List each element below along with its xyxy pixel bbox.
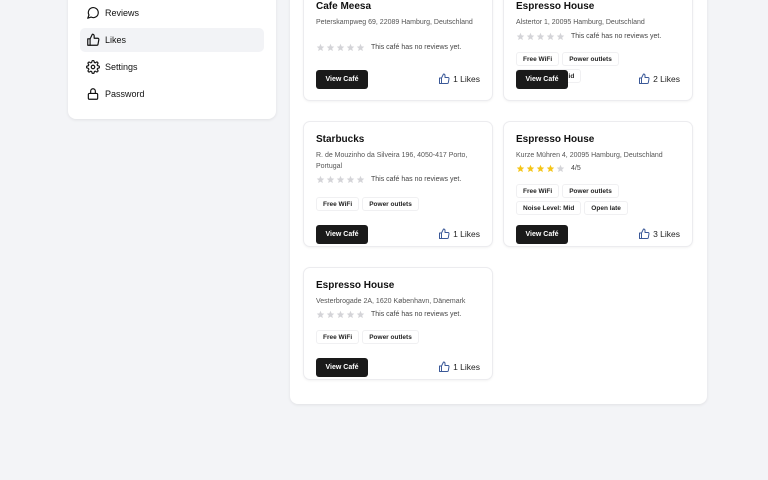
- star-rating: This café has no reviews yet.: [316, 310, 461, 319]
- star-icon: [316, 310, 325, 319]
- thumbs-up-icon: [86, 33, 100, 47]
- feature-tag: Power outlets: [562, 184, 619, 198]
- cafe-card: Starbucks R. de Mouzinho da Silveira 196…: [303, 121, 493, 247]
- feature-tag: Free WiFi: [516, 52, 560, 66]
- cafe-name: Espresso House: [516, 1, 595, 12]
- star-icon: [556, 164, 565, 173]
- cafe-address: Alstertor 1, 20095 Hamburg, Deutschland: [516, 19, 645, 26]
- star-icon: [356, 310, 365, 319]
- liked-cafes-panel: Cafe Meesa Peterskampweg 69, 22089 Hambu…: [290, 0, 707, 404]
- tag-list: Free WiFi Power outlets Noise Level: Mid Op…: [516, 184, 686, 215]
- view-cafe-button[interactable]: View Café: [316, 225, 368, 244]
- star-icon: [336, 43, 345, 52]
- star-icon: [356, 43, 365, 52]
- star-icon: [546, 32, 555, 41]
- likes-label: 1 Likes: [453, 362, 480, 372]
- feature-tag: Free WiFi: [516, 184, 560, 198]
- thumbs-up-icon: [438, 73, 450, 85]
- cafe-name: Cafe Meesa: [316, 1, 372, 12]
- sidebar-item-label: Likes: [105, 35, 127, 45]
- star-icon: [516, 32, 525, 41]
- feature-tag: Free WiFi: [316, 330, 360, 344]
- feature-tag: Open late: [584, 201, 628, 215]
- cafe-name: Starbucks: [316, 134, 365, 145]
- cafe-address: Kurze Mühren 4, 20095 Hamburg, Deutschla…: [516, 152, 663, 159]
- star-rating: This café has no reviews yet.: [316, 43, 461, 52]
- star-icon: [326, 310, 335, 319]
- view-cafe-button[interactable]: View Café: [516, 70, 568, 89]
- star-icon: [536, 32, 545, 41]
- star-icon: [556, 32, 565, 41]
- star-icon: [356, 175, 365, 184]
- star-rating: 4/5: [516, 164, 581, 173]
- cafe-card: Cafe Meesa Peterskampweg 69, 22089 Hambu…: [303, 0, 493, 101]
- likes-label: 1 Likes: [453, 74, 480, 84]
- view-cafe-button[interactable]: View Café: [516, 225, 568, 244]
- star-icon: [326, 43, 335, 52]
- cafe-address: Peterskampweg 69, 22089 Hamburg, Deutsch…: [316, 19, 473, 26]
- star-rating: This café has no reviews yet.: [516, 32, 661, 41]
- star-icon: [346, 175, 355, 184]
- thumbs-up-icon: [638, 228, 650, 240]
- star-icon: [316, 43, 325, 52]
- feature-tag: Free WiFi: [316, 197, 360, 211]
- cafe-name: Espresso House: [316, 280, 395, 291]
- thumbs-up-icon: [438, 361, 450, 373]
- feature-tag: Power outlets: [362, 197, 419, 211]
- feature-tag: Power outlets: [562, 52, 619, 66]
- cafe-address: Vesterbrogade 2A, 1620 København, Dänema…: [316, 298, 466, 305]
- view-cafe-button[interactable]: View Café: [316, 70, 368, 89]
- star-icon: [316, 175, 325, 184]
- cafe-name: Espresso House: [516, 134, 595, 145]
- likes-label: 3 Likes: [653, 229, 680, 239]
- likes-count[interactable]: 1 Likes: [438, 228, 480, 240]
- thumbs-up-icon: [438, 228, 450, 240]
- star-icon: [546, 164, 555, 173]
- view-cafe-button[interactable]: View Café: [316, 358, 368, 377]
- sidebar-item-password[interactable]: Password: [80, 82, 264, 106]
- star-icon: [516, 164, 525, 173]
- chat-bubble-icon: [86, 6, 100, 20]
- star-icon: [526, 32, 535, 41]
- likes-count[interactable]: 2 Likes: [638, 73, 680, 85]
- feature-tag: Power outlets: [362, 330, 419, 344]
- tag-list: Free WiFi Power outlets: [316, 330, 486, 344]
- sidebar-item-settings[interactable]: Settings: [80, 55, 264, 79]
- likes-count[interactable]: 1 Likes: [438, 361, 480, 373]
- gear-icon: [86, 60, 100, 74]
- star-icon: [326, 175, 335, 184]
- rating-text: This café has no reviews yet.: [371, 176, 462, 183]
- rating-text: This café has no reviews yet.: [571, 33, 662, 40]
- cafe-card: Espresso House Kurze Mühren 4, 20095 Ham…: [503, 121, 693, 247]
- rating-text: This café has no reviews yet.: [371, 311, 462, 318]
- sidebar-item-reviews[interactable]: Reviews: [80, 1, 264, 25]
- rating-text: 4/5: [571, 165, 581, 172]
- star-rating: This café has no reviews yet.: [316, 175, 461, 184]
- likes-label: 2 Likes: [653, 74, 680, 84]
- star-icon: [336, 175, 345, 184]
- star-icon: [536, 164, 545, 173]
- cafe-address: R. de Mouzinho da Silveira 196, 4050-417…: [316, 152, 468, 170]
- sidebar-item-label: Settings: [105, 62, 138, 72]
- thumbs-up-icon: [638, 73, 650, 85]
- tag-list: Free WiFi Power outlets: [316, 197, 486, 211]
- lock-icon: [86, 87, 100, 101]
- sidebar-item-label: Reviews: [105, 8, 140, 18]
- likes-count[interactable]: 1 Likes: [438, 73, 480, 85]
- star-icon: [346, 310, 355, 319]
- cafe-card: Espresso House Alstertor 1, 20095 Hambur…: [503, 0, 693, 101]
- cafe-card: Espresso House Vesterbrogade 2A, 1620 Kø…: [303, 267, 493, 380]
- likes-count[interactable]: 3 Likes: [638, 228, 680, 240]
- sidebar-item-label: Password: [105, 89, 145, 99]
- feature-tag: Noise Level: Mid: [516, 201, 582, 215]
- rating-text: This café has no reviews yet.: [371, 44, 462, 51]
- star-icon: [336, 310, 345, 319]
- sidebar-item-likes[interactable]: Likes: [80, 28, 264, 52]
- star-icon: [526, 164, 535, 173]
- star-icon: [346, 43, 355, 52]
- likes-label: 1 Likes: [453, 229, 480, 239]
- account-sidebar: Reviews Likes Settings Password: [68, 0, 276, 119]
